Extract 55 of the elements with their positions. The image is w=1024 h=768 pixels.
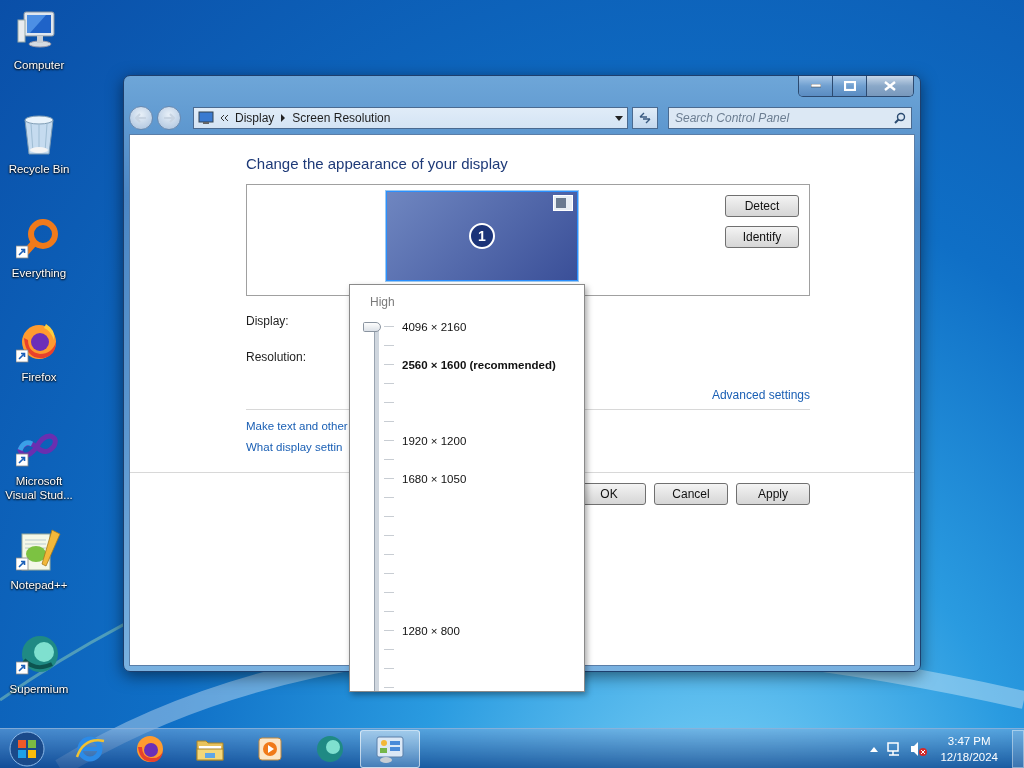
back-button[interactable]	[129, 106, 153, 130]
refresh-button[interactable]	[632, 107, 658, 129]
maximize-icon	[843, 81, 856, 91]
maximize-button[interactable]	[833, 76, 867, 96]
search-field[interactable]: Search Control Panel	[668, 107, 912, 129]
slider-thumb[interactable]	[363, 322, 381, 332]
taskbar-app-button[interactable]	[360, 729, 420, 768]
desktop-icon-label[interactable]: Microsoft Visual Stud...	[0, 474, 78, 502]
desktop-icon-label[interactable]: Everything	[0, 266, 78, 280]
help-link[interactable]: Make text and other	[246, 420, 348, 432]
desktop-icon-label[interactable]: Recycle Bin	[0, 162, 78, 176]
field-label: Resolution:	[246, 350, 307, 364]
desktop-icon-label[interactable]: Supermium	[0, 682, 78, 696]
page-heading: Change the appearance of your display	[246, 155, 509, 172]
monitor-tile[interactable]: 1	[386, 191, 578, 281]
back-arrow-icon	[135, 113, 147, 123]
breadcrumb-item[interactable]: Screen Resolution	[292, 111, 391, 125]
forward-arrow-icon	[163, 113, 175, 123]
resolution-option[interactable]: 1280 × 800	[402, 624, 460, 637]
field-label: Display:	[246, 314, 289, 328]
slider-caption: High	[370, 295, 396, 309]
resolution-option[interactable]: 1920 × 1200	[402, 434, 467, 447]
side-button[interactable]: Detect	[725, 195, 799, 217]
dialog-button[interactable]: Cancel	[654, 483, 728, 505]
desktop-icon-label[interactable]: Notepad++	[0, 578, 78, 592]
app-icon[interactable]	[16, 528, 62, 574]
resolution-option[interactable]: 4096 × 2160	[402, 320, 467, 333]
window-icon	[553, 195, 573, 211]
address-bar[interactable]: Display Screen Resolution	[193, 107, 628, 129]
minimize-icon	[810, 84, 821, 88]
chevron-icon	[220, 114, 229, 122]
clock-time[interactable]: 3:47 PM	[947, 732, 991, 749]
desktop-icon-label[interactable]: Computer	[0, 58, 78, 72]
minimize-button[interactable]	[799, 76, 833, 96]
desktop-icon-label[interactable]: Firefox	[0, 370, 78, 384]
dropdown-icon[interactable]	[615, 115, 623, 121]
start-button[interactable]	[6, 729, 48, 768]
side-button[interactable]: Identify	[725, 226, 799, 248]
show-desktop-button[interactable]	[1012, 729, 1024, 768]
slider-track[interactable]	[362, 322, 382, 691]
dialog-button[interactable]: Apply	[736, 483, 810, 505]
monitor-number: 1	[469, 223, 495, 249]
refresh-icon	[638, 112, 652, 124]
search-icon	[894, 112, 906, 124]
advanced-settings-link[interactable]: Advanced settings	[711, 388, 810, 402]
breadcrumb-item[interactable]: Display	[235, 111, 275, 125]
monitor-icon	[198, 111, 214, 125]
close-icon	[884, 81, 896, 91]
clock-date[interactable]: 12/18/2024	[940, 748, 998, 765]
resolution-option[interactable]: 1680 × 1050	[402, 472, 467, 485]
arrow-icon	[280, 114, 287, 122]
resolution-option[interactable]: 2560 × 1600 (recommended)	[402, 358, 556, 371]
windows-logo-icon	[7, 729, 47, 768]
forward-button[interactable]	[157, 106, 181, 130]
help-link[interactable]: What display settin	[246, 441, 343, 453]
